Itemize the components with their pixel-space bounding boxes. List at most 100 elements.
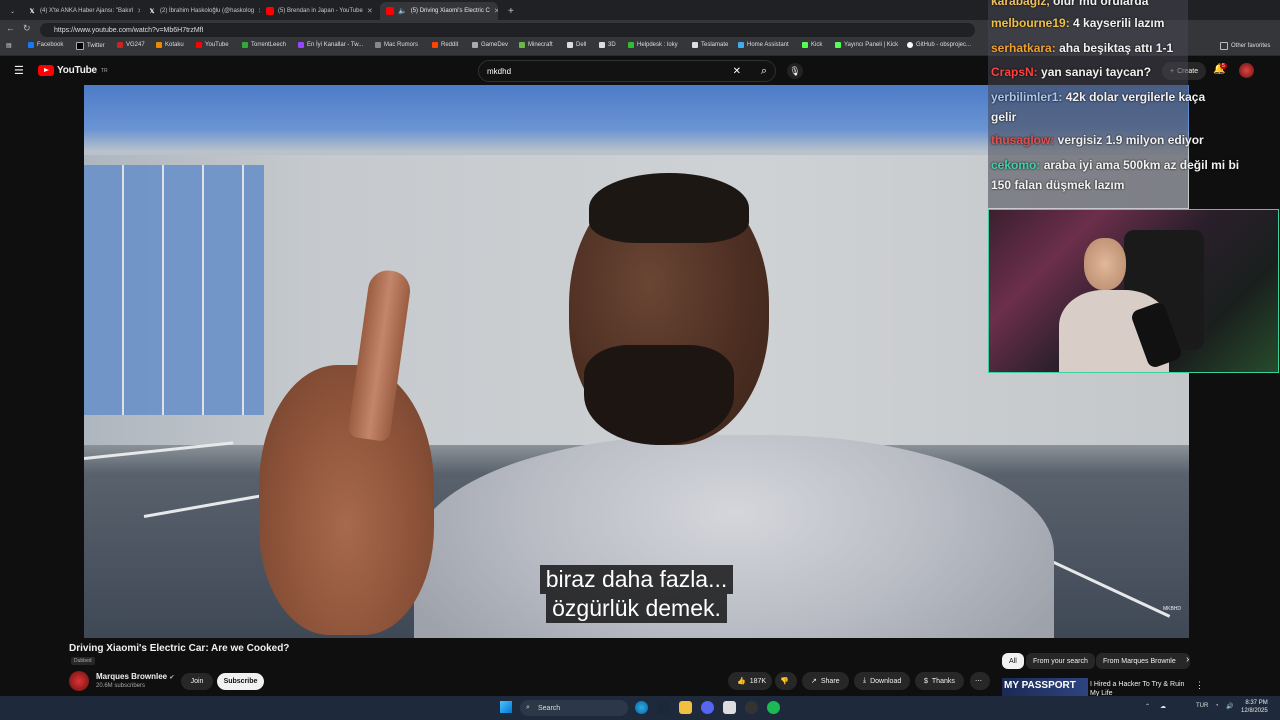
- chat-message: karabağız, olur mu orularda: [991, 0, 1261, 11]
- bookmark-item[interactable]: Minecraft: [519, 42, 553, 48]
- tray-chevron-icon[interactable]: ⌃: [1145, 703, 1150, 710]
- share-button[interactable]: ↗ Share: [802, 672, 849, 690]
- clock-date: 12/8/2025: [1241, 708, 1268, 714]
- reload-icon[interactable]: ↻: [23, 23, 31, 34]
- bookmark-item[interactable]: TorrentLeech: [242, 42, 286, 48]
- bookmark-item[interactable]: Dell: [567, 42, 586, 48]
- volume-icon[interactable]: 🔊: [1226, 703, 1233, 710]
- wifi-icon[interactable]: ◔: [1215, 703, 1219, 709]
- steam-icon[interactable]: [657, 701, 670, 714]
- menu-icon[interactable]: ☰: [14, 64, 24, 77]
- bookmark-item[interactable]: Mac Rumors: [375, 42, 418, 48]
- more-icon: ⋯: [975, 678, 982, 685]
- bookmark-item[interactable]: VG247: [117, 42, 145, 48]
- bookmark-label: Facebook: [37, 42, 64, 48]
- like-button[interactable]: 👍 187K: [728, 672, 772, 690]
- network-icon[interactable]: ☁: [1160, 703, 1166, 710]
- spotify-icon[interactable]: [767, 701, 780, 714]
- chevron-right-icon[interactable]: ›: [1186, 654, 1189, 665]
- bookmark-item[interactable]: GitHub - obsprojec...: [907, 42, 971, 48]
- verified-icon: ✔: [169, 675, 175, 681]
- language-indicator[interactable]: TUR: [1196, 703, 1208, 709]
- edge-icon[interactable]: [635, 701, 648, 714]
- url-text: https://www.youtube.com/watch?v=Mb6H7trz…: [54, 26, 204, 34]
- thumbs-down-icon: 👎: [780, 678, 789, 685]
- chip-from-channel[interactable]: From Marques Brownle: [1096, 653, 1190, 669]
- url-input[interactable]: https://www.youtube.com/watch?v=Mb6H7trz…: [40, 23, 975, 37]
- chat-user: serhatkara:: [991, 41, 1056, 55]
- channel-avatar[interactable]: [69, 671, 89, 691]
- close-icon[interactable]: ✕: [494, 7, 498, 15]
- taskbar-search-text: Search: [538, 704, 561, 712]
- chip-label: From Marques Brownle: [1103, 657, 1176, 665]
- channel-name[interactable]: Marques Brownlee ✔: [96, 672, 174, 681]
- bookmark-item[interactable]: Twitter: [76, 42, 105, 50]
- chevron-down-icon: ⌄: [10, 8, 16, 15]
- x-icon: 𝕏: [149, 8, 155, 15]
- video-person-beard: [584, 345, 734, 445]
- bookmark-label: Twitter: [87, 43, 105, 49]
- video-title: Driving Xiaomi's Electric Car: Are we Co…: [69, 643, 290, 654]
- bookmark-item[interactable]: Teslamate: [692, 42, 728, 48]
- bookmark-item[interactable]: YouTube: [196, 42, 229, 48]
- youtube-logo[interactable]: YouTube TR: [38, 65, 108, 76]
- youtube-icon: [386, 7, 394, 15]
- chip-all[interactable]: All: [1002, 653, 1024, 669]
- recommendation-thumbnail[interactable]: MY PASSPORT: [1002, 678, 1088, 696]
- tab-3[interactable]: 🔈 (5) Driving Xiaomi's Electric C ✕: [380, 2, 498, 20]
- bookmark-item[interactable]: Helpdesk : loky: [628, 42, 678, 48]
- speaker-icon: 🔈: [398, 8, 407, 15]
- tab-list-button[interactable]: ⌄: [4, 2, 18, 20]
- search-input[interactable]: mkdhd ✕ ⌕: [478, 60, 776, 82]
- bookmark-item[interactable]: Reddit: [432, 42, 458, 48]
- bookmark-label: TorrentLeech: [251, 42, 287, 48]
- bookmarks-icon[interactable]: ▤: [6, 42, 12, 49]
- windows-start-icon[interactable]: [500, 701, 512, 713]
- bookmark-item[interactable]: GameDev: [472, 42, 508, 48]
- bookmark-label: 3D: [608, 42, 616, 48]
- taskbar-search[interactable]: ⌕ Search: [520, 700, 628, 716]
- thanks-button[interactable]: $ Thanks: [915, 672, 964, 690]
- file-explorer-icon[interactable]: [679, 701, 692, 714]
- close-icon[interactable]: ✕: [137, 7, 140, 15]
- taskbar-clock[interactable]: 8:37 PM 12/8/2025: [1241, 699, 1268, 715]
- subtitle-box: biraz daha fazla... özgürlük demek.: [534, 565, 739, 623]
- search-icon[interactable]: ⌕: [761, 65, 767, 78]
- chat-user: cekomo:: [991, 158, 1041, 172]
- dislike-button[interactable]: 👎: [775, 672, 797, 690]
- tab-0[interactable]: 𝕏 (4) X'te ANKA Haber Ajansı: "Bakırl ✕: [22, 2, 140, 20]
- join-button[interactable]: Join: [181, 673, 213, 690]
- more-actions-button[interactable]: ⋯: [970, 672, 990, 690]
- bookmark-label: En İyi Kanallar - Tw...: [307, 42, 364, 48]
- new-tab-button[interactable]: +: [502, 2, 516, 20]
- bookmark-item[interactable]: Kotaku: [156, 42, 184, 48]
- tab-label: (4) X'te ANKA Haber Ajansı: "Bakırl: [40, 8, 134, 14]
- discord-icon[interactable]: [701, 701, 714, 714]
- back-icon[interactable]: ←: [6, 23, 15, 33]
- mic-icon[interactable]: 🎙: [787, 63, 803, 79]
- more-vert-icon[interactable]: ⋮: [1195, 680, 1204, 691]
- chip-label: From your search: [1033, 657, 1088, 665]
- subscribe-button[interactable]: Subscribe: [217, 673, 264, 690]
- tab-2[interactable]: (5) Brendan in Japan - YouTube ✕: [260, 2, 378, 20]
- app-icon[interactable]: [723, 701, 736, 714]
- bookmark-label: Yayıncı Paneli | Kick: [844, 42, 899, 48]
- download-button[interactable]: ⤓ Download: [854, 672, 911, 690]
- chip-from-your-search[interactable]: From your search: [1026, 653, 1095, 669]
- bookmark-item[interactable]: En İyi Kanallar - Tw...: [298, 42, 363, 48]
- video-person-hand: [259, 365, 434, 635]
- thanks-icon: $: [924, 677, 928, 685]
- close-icon[interactable]: ✕: [367, 7, 373, 15]
- bookmark-item[interactable]: Yayıncı Paneli | Kick: [835, 42, 898, 48]
- channel-name-text: Marques Brownlee: [96, 672, 168, 681]
- obs-icon[interactable]: [745, 701, 758, 714]
- tab-1[interactable]: 𝕏 (2) İbrahim Haskoloğlu (@haskolog ✕: [142, 2, 260, 20]
- bookmark-item[interactable]: Kick: [802, 42, 822, 48]
- bookmark-label: Reddit: [441, 42, 459, 48]
- bookmark-item[interactable]: 3D: [599, 42, 616, 48]
- clear-icon[interactable]: ✕: [733, 66, 741, 77]
- bookmark-item[interactable]: Facebook: [28, 42, 63, 48]
- thumbs-up-icon: 👍: [737, 678, 746, 685]
- bookmark-item[interactable]: Home Assistant: [738, 42, 789, 48]
- chat-text: aha beşiktaş attı 1-1: [1059, 41, 1174, 55]
